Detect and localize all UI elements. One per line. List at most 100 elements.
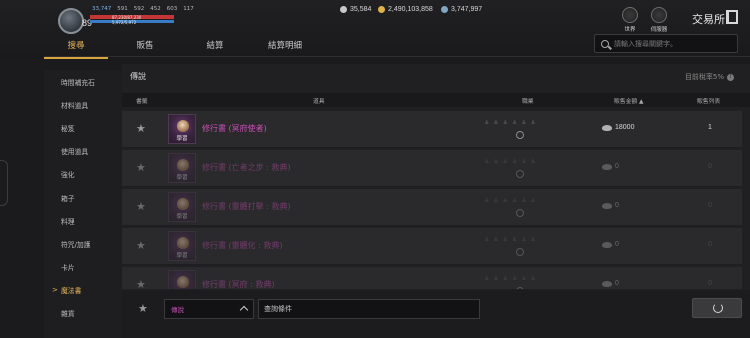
filter-bar: ★ 傳說 查詢條件 (122, 290, 750, 338)
refresh-icon (713, 303, 723, 313)
table-row[interactable]: ★ 學習 修行書 (亡者之步 : 救典) ♟ ♟ ♟ ♟ ♟ ♟ 0 0 (122, 150, 742, 187)
diamond-icon (602, 280, 612, 287)
currency-silver: 35,584 (340, 6, 371, 13)
header-bookmark: 書籤 (136, 99, 148, 105)
sidebar-item-consumables[interactable]: 使用道具 (44, 140, 122, 163)
info-icon[interactable]: i (727, 73, 734, 81)
tab-settlement[interactable]: 結算 (182, 36, 248, 56)
bookmark-star-icon[interactable]: ★ (136, 239, 146, 252)
refresh-button[interactable] (692, 298, 742, 318)
item-price: 18000 (602, 124, 634, 131)
class-icons: ♟ ♟ ♟ ♟ ♟ ♟ (484, 117, 564, 143)
bookmark-star-icon[interactable]: ★ (136, 161, 146, 174)
learn-label: 學習 (176, 175, 188, 181)
item-name: 修行書 (冥府 : 救典) (202, 280, 275, 289)
currency-silver-value: 35,584 (350, 6, 372, 13)
stat-3: 592 (133, 6, 145, 12)
learn-label: 學習 (176, 136, 188, 142)
sidebar-item-time-stone[interactable]: 時間補充石 (44, 70, 122, 93)
item-name: 修行書 (靈體打擊 : 救典) (202, 202, 291, 211)
bookmark-star-icon[interactable]: ★ (136, 278, 146, 289)
class-icons: ♟ ♟ ♟ ♟ ♟ ♟ (484, 195, 564, 221)
stat-6: 117 (183, 6, 194, 12)
sidebar-item-materials[interactable]: 材料道具 (44, 93, 122, 116)
bookmark-star-icon[interactable]: ★ (136, 200, 146, 213)
item-thumbnail: 學習 (168, 270, 196, 289)
item-thumbnail: 學習 (168, 114, 196, 144)
diamond-icon (602, 124, 612, 131)
diamond-icon (602, 163, 612, 170)
learn-label: 學習 (176, 253, 188, 259)
listing-count: 1 (708, 124, 712, 131)
grade-select[interactable]: 傳說 (164, 299, 254, 319)
item-price: 0 (602, 163, 619, 170)
currency-gold: 2,490,103,858 (378, 6, 433, 13)
sidebar-item-label: 魔法書 (61, 287, 82, 296)
bookmark-filter-star-icon[interactable]: ★ (138, 302, 148, 315)
price-value: 0 (615, 241, 619, 248)
side-drawer-handle[interactable] (0, 160, 8, 206)
learn-label: 學習 (176, 214, 188, 220)
sidebar-item-magic-book[interactable]: > 魔法書 (44, 279, 122, 302)
item-name: 修行書 (靈體化 : 救典) (202, 241, 283, 250)
tax-rate: 目前稅率5% i (685, 72, 734, 82)
sidebar-item-misc[interactable]: 雜貨 (44, 302, 122, 325)
class-icon (516, 287, 524, 289)
page-title: 交易所 (692, 13, 725, 26)
blue-gem-icon (441, 6, 448, 13)
skull-gem-icon (177, 276, 189, 288)
search-input[interactable] (614, 39, 734, 48)
class-icon (516, 248, 524, 256)
tab-search[interactable]: 搜尋 (44, 36, 108, 59)
gold-coin-icon (378, 6, 385, 13)
sidebar-item-secret-book[interactable]: 秘笈 (44, 116, 122, 139)
class-icon (516, 209, 524, 217)
header-class: 職業 (522, 99, 534, 105)
currency-gold-value: 2,490,103,858 (388, 6, 433, 13)
sidebar-item-label: 材料道具 (61, 101, 89, 110)
sidebar-item-label: 料理 (61, 217, 75, 226)
tab-sell[interactable]: 販售 (108, 36, 182, 56)
player-avatar[interactable] (58, 8, 84, 34)
listing-count: 0 (708, 163, 712, 170)
sidebar-item-label: 強化 (61, 171, 75, 180)
class-silhouettes: ♟ ♟ ♟ ♟ ♟ ♟ (484, 197, 537, 204)
skull-gem-icon (177, 120, 189, 132)
query-conditions-button[interactable]: 查詢條件 (258, 299, 480, 319)
tab-settlement-details[interactable]: 結算明細 (248, 36, 322, 56)
exit-icon[interactable] (726, 10, 738, 24)
search-box[interactable] (594, 34, 738, 53)
skull-gem-icon (177, 198, 189, 210)
item-name: 修行書 (冥府使者) (202, 124, 267, 133)
table-row[interactable]: ★ 學習 修行書 (靈體打擊 : 救典) ♟ ♟ ♟ ♟ ♟ ♟ 0 0 (122, 189, 742, 226)
listing-count: 0 (708, 280, 712, 287)
item-price: 0 (602, 280, 619, 287)
sidebar-item-label: 卡片 (61, 264, 75, 273)
sidebar-item-enhance[interactable]: 強化 (44, 163, 122, 186)
tab-divider (44, 56, 750, 57)
class-silhouettes: ♟ ♟ ♟ ♟ ♟ ♟ (484, 119, 537, 126)
header-price-sort[interactable]: 販售金額 ▲ (614, 96, 644, 105)
bookmark-star-icon[interactable]: ★ (136, 122, 146, 135)
currency-gem: 3,747,997 (441, 6, 482, 13)
item-thumbnail: 學習 (168, 192, 196, 222)
class-icon (516, 131, 524, 139)
panel-title: 傳說 (130, 72, 146, 81)
tax-rate-label: 目前稅率5% (684, 73, 724, 81)
stat-2: 591 (117, 6, 128, 12)
server-button[interactable]: 伺服器 (647, 7, 671, 33)
tab-bar: 搜尋 販售 結算 結算明細 (44, 36, 322, 59)
sidebar-item-cards[interactable]: 卡片 (44, 256, 122, 279)
class-silhouettes: ♟ ♟ ♟ ♟ ♟ ♟ (484, 275, 537, 282)
world-button[interactable]: 世界 (618, 7, 642, 33)
sidebar-item-cooking[interactable]: 料理 (44, 209, 122, 232)
table-row[interactable]: ★ 學習 修行書 (冥府 : 救典) ♟ ♟ ♟ ♟ ♟ ♟ 0 0 (122, 267, 742, 289)
sidebar-item-charms[interactable]: 符咒/加護 (44, 232, 122, 255)
table-row[interactable]: ★ 學習 修行書 (靈體化 : 救典) ♟ ♟ ♟ ♟ ♟ ♟ 0 0 (122, 228, 742, 265)
search-icon (601, 39, 609, 48)
table-row[interactable]: ★ 學習 修行書 (冥府使者) ♟ ♟ ♟ ♟ ♟ ♟ 18000 1 (122, 111, 742, 148)
sidebar-item-label: 使用道具 (61, 148, 89, 157)
sidebar-item-boxes[interactable]: 箱子 (44, 186, 122, 209)
chevron-up-icon (239, 305, 249, 315)
sidebar-item-label: 雜貨 (61, 310, 75, 319)
